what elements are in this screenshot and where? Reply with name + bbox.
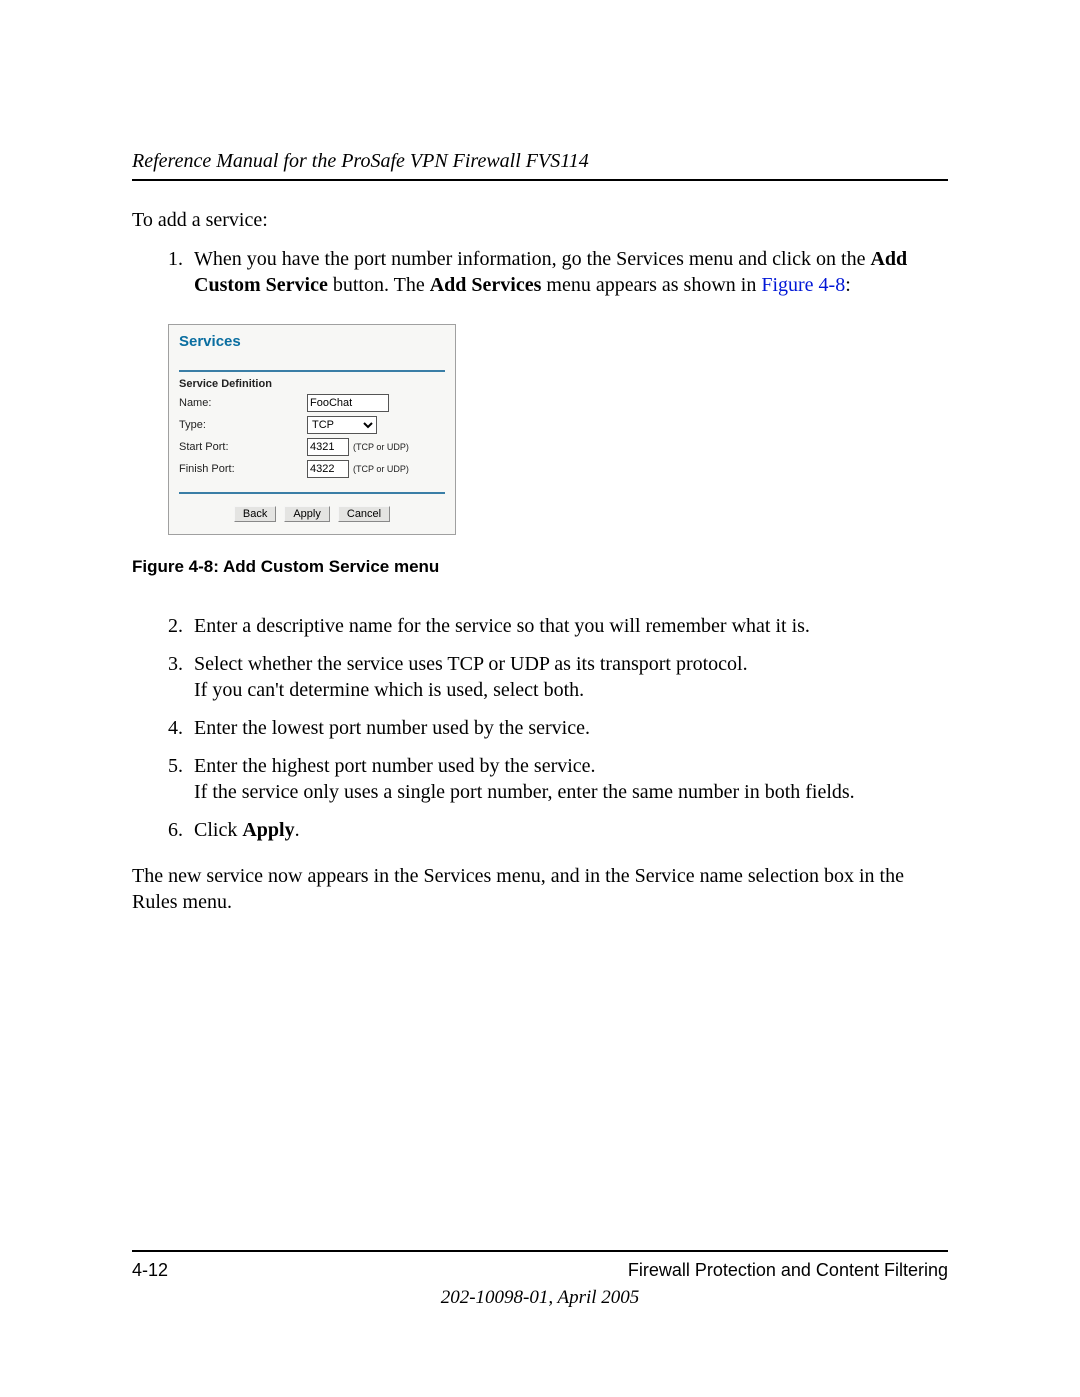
panel-body: Service Definition Name: Type: TCP Start… [169,354,455,534]
step-1-bold2: Add Services [430,274,542,296]
figure-caption: Figure 4-8: Add Custom Service menu [132,557,948,577]
back-button[interactable]: Back [234,506,276,522]
steps-list-part1: When you have the port number informatio… [132,246,948,298]
step-5: Enter the highest port number used by th… [188,753,948,805]
figure-container: Services Service Definition Name: Type: … [168,324,948,535]
step-3-line2: If you can't determine which is used, se… [194,679,584,701]
input-name[interactable] [307,394,389,412]
step-1: When you have the port number informatio… [188,246,948,298]
step-3-line1: Select whether the service uses TCP or U… [194,653,748,675]
label-start-port: Start Port: [179,441,307,453]
intro-text: To add a service: [132,209,948,232]
step-2: Enter a descriptive name for the service… [188,613,948,639]
section-rule-bottom [179,492,445,494]
header-rule [132,179,948,181]
label-type: Type: [179,419,307,431]
step-5-line1: Enter the highest port number used by th… [194,755,596,777]
step-1-text4: : [845,274,851,296]
section-rule-top [179,370,445,372]
button-row: Back Apply Cancel [179,500,445,524]
step-6: Click Apply. [188,817,948,843]
panel-heading: Services [169,325,455,354]
row-finish-port: Finish Port: (TCP or UDP) [179,458,445,480]
doc-id: 202-10098-01, April 2005 [132,1287,948,1309]
figure-link[interactable]: Figure 4-8 [761,274,845,296]
closing-paragraph: The new service now appears in the Servi… [132,863,948,915]
step-1-text3: menu appears as shown in [541,274,761,296]
page-number: 4-12 [132,1260,168,1281]
step-5-line2: If the service only uses a single port n… [194,781,855,803]
step-4: Enter the lowest port number used by the… [188,715,948,741]
input-start-port[interactable] [307,438,349,456]
page-footer: 4-12 Firewall Protection and Content Fil… [132,1250,948,1309]
steps-list-part2: Enter a descriptive name for the service… [132,613,948,843]
section-title-footer: Firewall Protection and Content Filterin… [628,1260,948,1281]
hint-start: (TCP or UDP) [353,442,409,452]
document-page: Reference Manual for the ProSafe VPN Fir… [0,0,1080,1397]
services-panel: Services Service Definition Name: Type: … [168,324,456,535]
row-start-port: Start Port: (TCP or UDP) [179,436,445,458]
footer-line-1: 4-12 Firewall Protection and Content Fil… [132,1260,948,1281]
label-finish-port: Finish Port: [179,463,307,475]
step-6-text2: . [295,819,300,841]
apply-button[interactable]: Apply [284,506,330,522]
cancel-button[interactable]: Cancel [338,506,390,522]
row-name: Name: [179,392,445,414]
row-type: Type: TCP [179,414,445,436]
step-1-text2: button. The [328,274,430,296]
step-3: Select whether the service uses TCP or U… [188,651,948,703]
footer-rule [132,1250,948,1252]
hint-finish: (TCP or UDP) [353,464,409,474]
step-6-text1: Click [194,819,242,841]
step-6-bold: Apply [242,819,294,841]
section-title: Service Definition [179,378,445,390]
running-header: Reference Manual for the ProSafe VPN Fir… [132,150,948,173]
label-name: Name: [179,397,307,409]
step-1-text1: When you have the port number informatio… [194,248,870,270]
input-finish-port[interactable] [307,460,349,478]
select-type[interactable]: TCP [307,416,377,434]
